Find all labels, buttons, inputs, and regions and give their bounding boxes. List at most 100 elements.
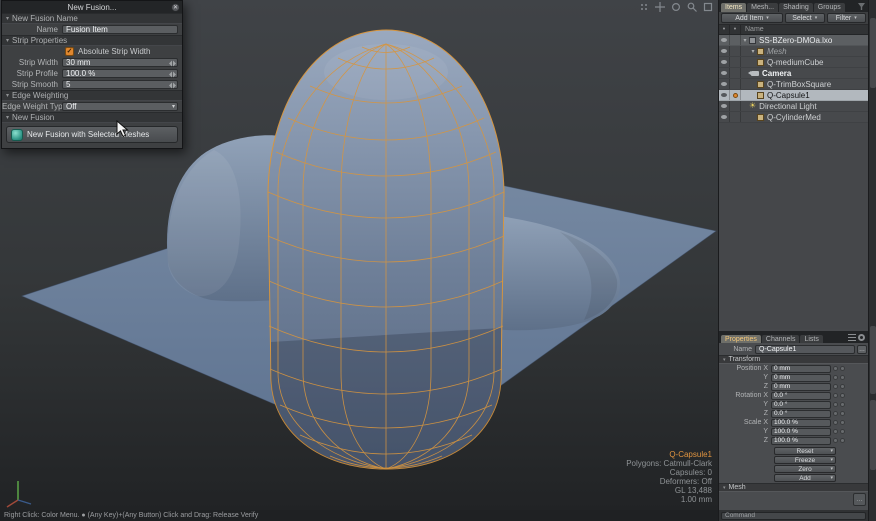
- tree-row-directional-light[interactable]: ☀ Directional Light: [719, 101, 868, 112]
- tree-row-medium-cube[interactable]: Q-mediumCube: [719, 57, 868, 68]
- position-y-input[interactable]: 0 mm: [771, 374, 831, 382]
- tree-row-capsule1-selected[interactable]: Q-Capsule1: [719, 90, 868, 101]
- add-button[interactable]: Add ▾: [774, 474, 836, 482]
- collapsed-panel-tab[interactable]: [870, 326, 876, 394]
- envelope-icon[interactable]: [833, 384, 838, 389]
- tree-row-mesh[interactable]: ▾ Mesh: [719, 46, 868, 57]
- envelope-icon[interactable]: [833, 375, 838, 380]
- envelope-icon[interactable]: [833, 438, 838, 443]
- name-options-button[interactable]: …: [857, 345, 867, 354]
- channel-icon[interactable]: [840, 366, 845, 371]
- tab-channels[interactable]: Channels: [762, 335, 800, 343]
- eye-icon[interactable]: [721, 104, 727, 108]
- select-dropdown[interactable]: Select ▾: [785, 13, 825, 23]
- mesh-section-header[interactable]: ▾ Mesh: [719, 483, 869, 492]
- tree-row-trimboxsquare[interactable]: Q-TrimBoxSquare: [719, 79, 868, 90]
- rotation-x-input[interactable]: 0.0 °: [771, 392, 831, 400]
- channel-icon[interactable]: [840, 420, 845, 425]
- tab-lists[interactable]: Lists: [800, 335, 822, 343]
- absolute-strip-width-checkbox[interactable]: ✓: [65, 47, 74, 56]
- envelope-icon[interactable]: [833, 429, 838, 434]
- tree-item-label[interactable]: Q-CylinderMed: [767, 113, 821, 122]
- scale-y-input[interactable]: 100.0 %: [771, 428, 831, 436]
- section-edge-weighting[interactable]: ▾ Edge Weighting: [2, 90, 182, 101]
- position-z-input[interactable]: 0 mm: [771, 383, 831, 391]
- channel-icon[interactable]: [840, 384, 845, 389]
- eye-icon[interactable]: [721, 60, 727, 64]
- tab-shading[interactable]: Shading: [779, 3, 813, 12]
- value-spinner[interactable]: [169, 82, 176, 87]
- expand-arrow-icon[interactable]: ▾: [749, 48, 757, 55]
- channel-icon[interactable]: [840, 393, 845, 398]
- eye-icon[interactable]: [721, 49, 727, 53]
- freeze-button[interactable]: Freeze ▾: [774, 456, 836, 464]
- envelope-icon[interactable]: [833, 411, 838, 416]
- tree-item-label[interactable]: Mesh: [767, 47, 787, 56]
- tab-groups[interactable]: Groups: [814, 3, 845, 12]
- close-icon[interactable]: ✕: [171, 3, 180, 12]
- item-list-empty-area[interactable]: [719, 123, 868, 329]
- new-fusion-button[interactable]: New Fusion with Selected Meshes: [6, 126, 178, 143]
- envelope-icon[interactable]: [833, 402, 838, 407]
- zoom-icon[interactable]: [687, 2, 697, 12]
- position-x-input[interactable]: 0 mm: [771, 365, 831, 373]
- scale-x-input[interactable]: 100.0 %: [771, 419, 831, 427]
- value-spinner[interactable]: [169, 60, 176, 65]
- filter-dropdown[interactable]: Filter ▾: [827, 13, 867, 23]
- item-name-input[interactable]: Q-Capsule1: [755, 345, 855, 354]
- eye-icon[interactable]: [721, 115, 727, 119]
- command-input[interactable]: Command: [721, 512, 866, 520]
- tab-properties[interactable]: Properties: [721, 335, 761, 343]
- section-new-fusion[interactable]: ▾ New Fusion: [2, 112, 182, 123]
- reset-button[interactable]: Reset ▾: [774, 447, 836, 455]
- tree-item-label[interactable]: SS-BZero-DMOa.lxo: [759, 36, 832, 45]
- channel-icon[interactable]: [840, 411, 845, 416]
- eye-icon[interactable]: [721, 71, 727, 75]
- strip-profile-input[interactable]: 100.0 %: [62, 69, 178, 78]
- tree-item-label[interactable]: Q-Capsule1: [767, 91, 810, 100]
- maximize-viewport-icon[interactable]: [703, 2, 713, 12]
- collapsed-panel-tab[interactable]: [870, 400, 876, 470]
- envelope-icon[interactable]: [833, 393, 838, 398]
- tree-item-label[interactable]: Q-mediumCube: [767, 58, 823, 67]
- visibility-column-icon[interactable]: •: [719, 25, 730, 34]
- strip-width-input[interactable]: 30 mm: [62, 58, 178, 67]
- scale-z-input[interactable]: 100.0 %: [771, 437, 831, 445]
- tree-row-camera[interactable]: Camera: [719, 68, 868, 79]
- dialog-titlebar[interactable]: New Fusion... ✕: [2, 1, 182, 13]
- name-column-header[interactable]: Name: [741, 26, 764, 33]
- orbit-icon[interactable]: [671, 2, 681, 12]
- rotation-z-input[interactable]: 0.0 °: [771, 410, 831, 418]
- gear-icon[interactable]: [858, 334, 865, 341]
- channel-icon[interactable]: [840, 375, 845, 380]
- tree-row-cylindermed[interactable]: Q-CylinderMed: [719, 112, 868, 123]
- panel-grip[interactable]: …: [853, 493, 866, 506]
- filter-icon[interactable]: [858, 3, 865, 10]
- eye-icon[interactable]: [721, 38, 727, 42]
- channel-icon[interactable]: [840, 402, 845, 407]
- fusion-name-input[interactable]: Fusion Item: [62, 25, 178, 34]
- tree-item-label[interactable]: Directional Light: [759, 102, 816, 111]
- tree-item-label[interactable]: Camera: [762, 69, 791, 78]
- strip-smooth-input[interactable]: 5: [62, 80, 178, 89]
- overlay-toggle-icon[interactable]: [639, 2, 649, 12]
- channel-icon[interactable]: [840, 438, 845, 443]
- value-spinner[interactable]: [169, 71, 176, 76]
- transform-section-header[interactable]: ▾ Transform: [719, 355, 869, 364]
- tree-item-label[interactable]: Q-TrimBoxSquare: [767, 80, 831, 89]
- eye-icon[interactable]: [721, 93, 727, 97]
- collapsed-panel-tab[interactable]: [870, 18, 876, 88]
- form-list-icon[interactable]: [848, 334, 856, 341]
- expand-arrow-icon[interactable]: ▾: [741, 37, 749, 44]
- zero-button[interactable]: Zero ▾: [774, 465, 836, 473]
- eye-icon[interactable]: [721, 82, 727, 86]
- 3d-viewport[interactable]: Q-Capsule1 Polygons: Catmull-Clark Capsu…: [0, 0, 718, 510]
- channel-icon[interactable]: [840, 429, 845, 434]
- edge-weight-type-dropdown[interactable]: Off ▾: [62, 102, 178, 111]
- tab-items[interactable]: Items: [721, 3, 746, 12]
- rotation-y-input[interactable]: 0.0 °: [771, 401, 831, 409]
- pan-icon[interactable]: [655, 2, 665, 12]
- envelope-icon[interactable]: [833, 420, 838, 425]
- section-new-fusion-name[interactable]: ▾ New Fusion Name: [2, 13, 182, 24]
- tab-mesh-ops[interactable]: Mesh...: [747, 3, 778, 12]
